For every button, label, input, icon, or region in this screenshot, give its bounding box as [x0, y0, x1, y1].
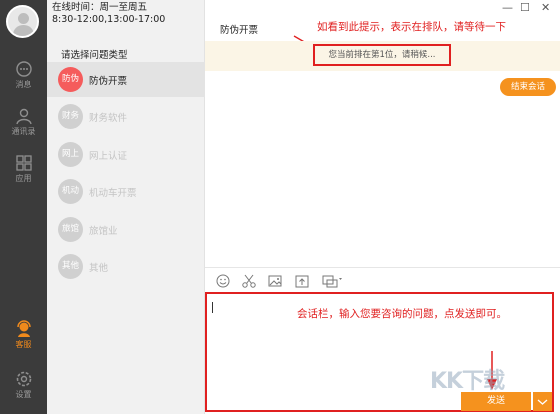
category-name: 旅馆业 — [89, 226, 118, 237]
image-icon[interactable] — [267, 273, 283, 289]
message-area — [205, 100, 560, 266]
category-badge: 机动 — [58, 179, 83, 204]
minimize-button[interactable]: — — [502, 1, 513, 14]
annotation-input-hint: 会话栏，输入您要咨询的问题，点发送即可。 — [297, 308, 507, 320]
watermark: KK下载 — [430, 369, 505, 394]
chat-main: — ☐ ✕ 防伪开票 如看到此提示，表示在排队，请等待一下 您当前排在第1位，请… — [205, 0, 560, 414]
online-hours: 在线时间：周一至周五 8:30-12:00,13:00-17:00 — [52, 2, 165, 26]
left-rail: 消息 通讯录 应用 客服 设置 — [0, 0, 47, 414]
category-name: 网上认证 — [89, 151, 128, 162]
category-badge: 网上 — [58, 142, 83, 167]
maximize-button[interactable]: ☐ — [520, 1, 530, 14]
category-name: 防伪开票 — [89, 76, 128, 87]
rail-label-customer-service: 客服 — [15, 340, 32, 349]
end-session-button[interactable]: 结束会话 — [500, 78, 556, 96]
upload-icon[interactable] — [294, 273, 310, 289]
category-name: 财务软件 — [89, 113, 128, 124]
emoji-icon[interactable] — [215, 273, 231, 289]
category-item-online-auth[interactable]: 网上 网上认证 — [47, 137, 205, 172]
category-badge: 旅馆 — [58, 217, 83, 242]
category-name: 其他 — [89, 263, 109, 274]
rail-item-messages[interactable]: 消息 — [0, 58, 47, 100]
online-hours-line1: 在线时间：周一至周五 — [52, 2, 148, 13]
category-panel: 在线时间：周一至周五 8:30-12:00,13:00-17:00 请选择问题类… — [47, 0, 205, 414]
avatar[interactable] — [6, 5, 39, 38]
panel-title: 请选择问题类型 — [61, 50, 128, 61]
apps-grid-icon — [15, 155, 32, 171]
text-caret — [212, 302, 213, 313]
rail-item-apps[interactable]: 应用 — [0, 152, 47, 194]
chat-title: 防伪开票 — [220, 25, 259, 36]
category-name: 机动车开票 — [89, 188, 137, 199]
category-item-finance[interactable]: 财务 财务软件 — [47, 99, 205, 134]
chevron-down-icon — [537, 399, 548, 405]
category-badge: 防伪 — [58, 67, 83, 92]
rail-item-settings[interactable]: 设置 — [0, 368, 47, 410]
category-item-anti-counterfeit[interactable]: 防伪 防伪开票 — [47, 62, 205, 97]
category-item-vehicle[interactable]: 机动 机动车开票 — [47, 174, 205, 209]
close-button[interactable]: ✕ — [541, 1, 550, 14]
rail-label-settings: 设置 — [15, 390, 32, 399]
rail-item-customer-service[interactable]: 客服 — [0, 318, 47, 360]
rail-item-contacts[interactable]: 通讯录 — [0, 105, 47, 147]
category-badge: 财务 — [58, 104, 83, 129]
rail-label-messages: 消息 — [15, 80, 32, 89]
customer-service-icon — [16, 320, 31, 337]
contacts-icon — [15, 108, 32, 125]
avatar-head-shape — [18, 13, 29, 24]
screenshot-icon[interactable] — [321, 273, 343, 289]
send-options-button[interactable] — [533, 392, 552, 411]
chat-bubble-icon — [15, 61, 32, 77]
avatar-body-shape — [13, 25, 34, 36]
input-toolbar — [205, 267, 560, 291]
gear-icon — [16, 371, 31, 387]
scissors-icon[interactable] — [241, 273, 257, 289]
online-hours-line2: 8:30-12:00,13:00-17:00 — [52, 14, 166, 25]
queue-notice-bar: 您当前排在第1位，请稍候... — [205, 41, 560, 71]
rail-label-contacts: 通讯录 — [11, 127, 36, 136]
category-badge: 其他 — [58, 254, 83, 279]
queue-notice: 您当前排在第1位，请稍候... — [313, 44, 451, 66]
annotation-queue-hint: 如看到此提示，表示在排队，请等待一下 — [317, 21, 506, 33]
category-item-hotel[interactable]: 旅馆 旅馆业 — [47, 212, 205, 247]
rail-label-apps: 应用 — [15, 174, 32, 183]
category-item-other[interactable]: 其他 其他 — [47, 249, 205, 284]
